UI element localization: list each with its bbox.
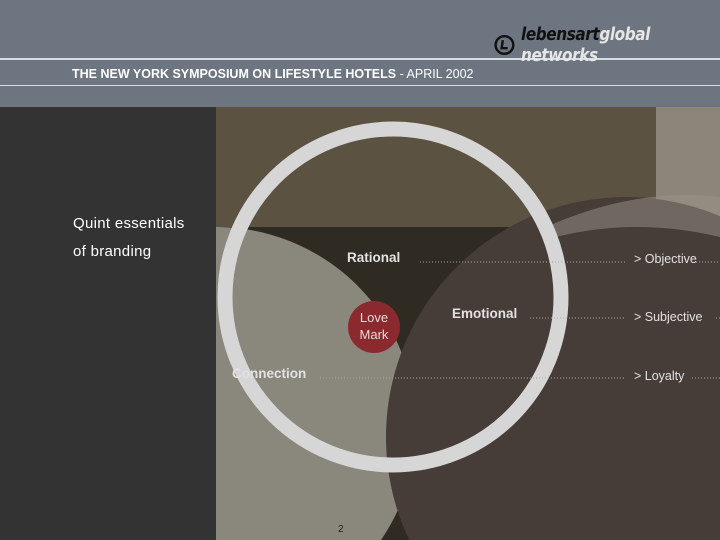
presentation-title: THE NEW YORK SYMPOSIUM ON LIFESTYLE HOTE…: [72, 67, 474, 81]
logo: lebensartglobal networks: [494, 24, 720, 66]
logo-text: lebensartglobal networks: [520, 24, 650, 66]
outcome-objective: > Objective: [634, 252, 697, 266]
outcome-subjective: > Subjective: [634, 310, 702, 324]
love-mark-diagram: Love Mark Rational Emotional Connection …: [216, 107, 720, 540]
slide-heading: Quint essentials of branding: [73, 215, 185, 260]
label-rational: Rational: [347, 250, 400, 265]
outcome-loyalty: > Loyalty: [634, 369, 685, 383]
logo-icon: [494, 34, 515, 56]
love-mark-line1: Love: [360, 310, 388, 325]
page-number: 2: [338, 524, 344, 535]
header-divider-bottom: [0, 85, 720, 86]
label-connection: Connection: [232, 366, 306, 381]
left-panel: [0, 107, 216, 540]
label-emotional: Emotional: [452, 306, 517, 321]
love-mark-line2: Mark: [360, 327, 389, 342]
